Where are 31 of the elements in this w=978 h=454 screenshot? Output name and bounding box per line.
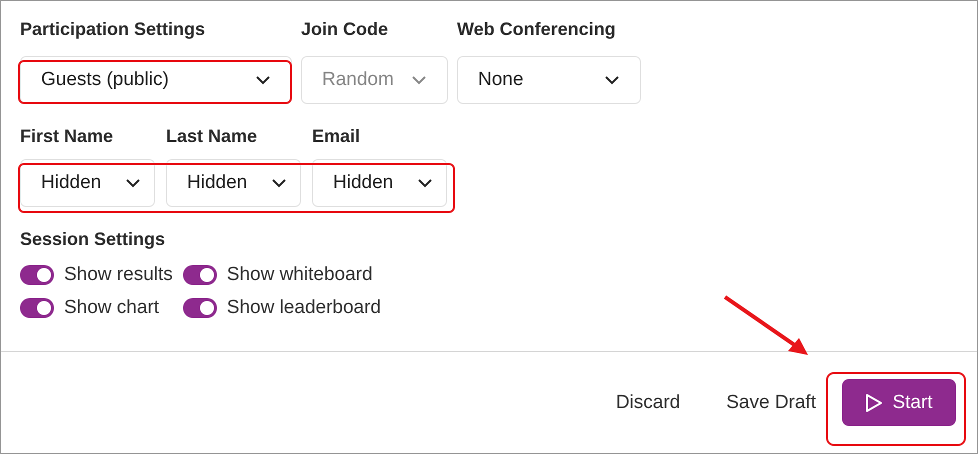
chevron-down-icon [255, 75, 271, 85]
dropdown[interactable]: Hidden [20, 159, 155, 207]
chevron-down-icon [271, 178, 287, 188]
toggle-switch[interactable] [182, 265, 217, 285]
dropdown: Random [301, 56, 448, 104]
field-label: Email [312, 126, 362, 148]
chevron-down-icon [411, 75, 427, 85]
toggle-label: Show chart [64, 297, 160, 319]
text-button[interactable]: Discard [592, 384, 704, 422]
toggle-label: Show leaderboard [226, 297, 381, 319]
toggle-switch[interactable] [182, 298, 217, 318]
toggle-label: Show results [64, 264, 173, 286]
dropdown[interactable]: Guests (public) [20, 56, 292, 104]
chevron-down-icon [604, 75, 620, 85]
text-button[interactable]: Save Draft [703, 384, 839, 422]
chevron-down-icon [125, 178, 141, 188]
toggle-label: Show whiteboard [226, 264, 373, 286]
dropdown[interactable]: Hidden [166, 159, 301, 207]
play-icon [865, 392, 884, 412]
start-button[interactable]: Start [842, 379, 956, 426]
chevron-down-icon [417, 178, 433, 188]
toggle-switch[interactable] [20, 298, 54, 318]
field-label: Web Conferencing [457, 19, 617, 41]
toggle-switch[interactable] [20, 265, 54, 285]
field-label: Last Name [166, 126, 258, 148]
dropdown[interactable]: Hidden [312, 159, 447, 207]
section-title: Session Settings [20, 229, 166, 250]
field-label: Join Code [301, 19, 390, 41]
field-label: First Name [20, 126, 114, 148]
dropdown[interactable]: None [457, 56, 641, 104]
field-label: Participation Settings [20, 19, 206, 41]
